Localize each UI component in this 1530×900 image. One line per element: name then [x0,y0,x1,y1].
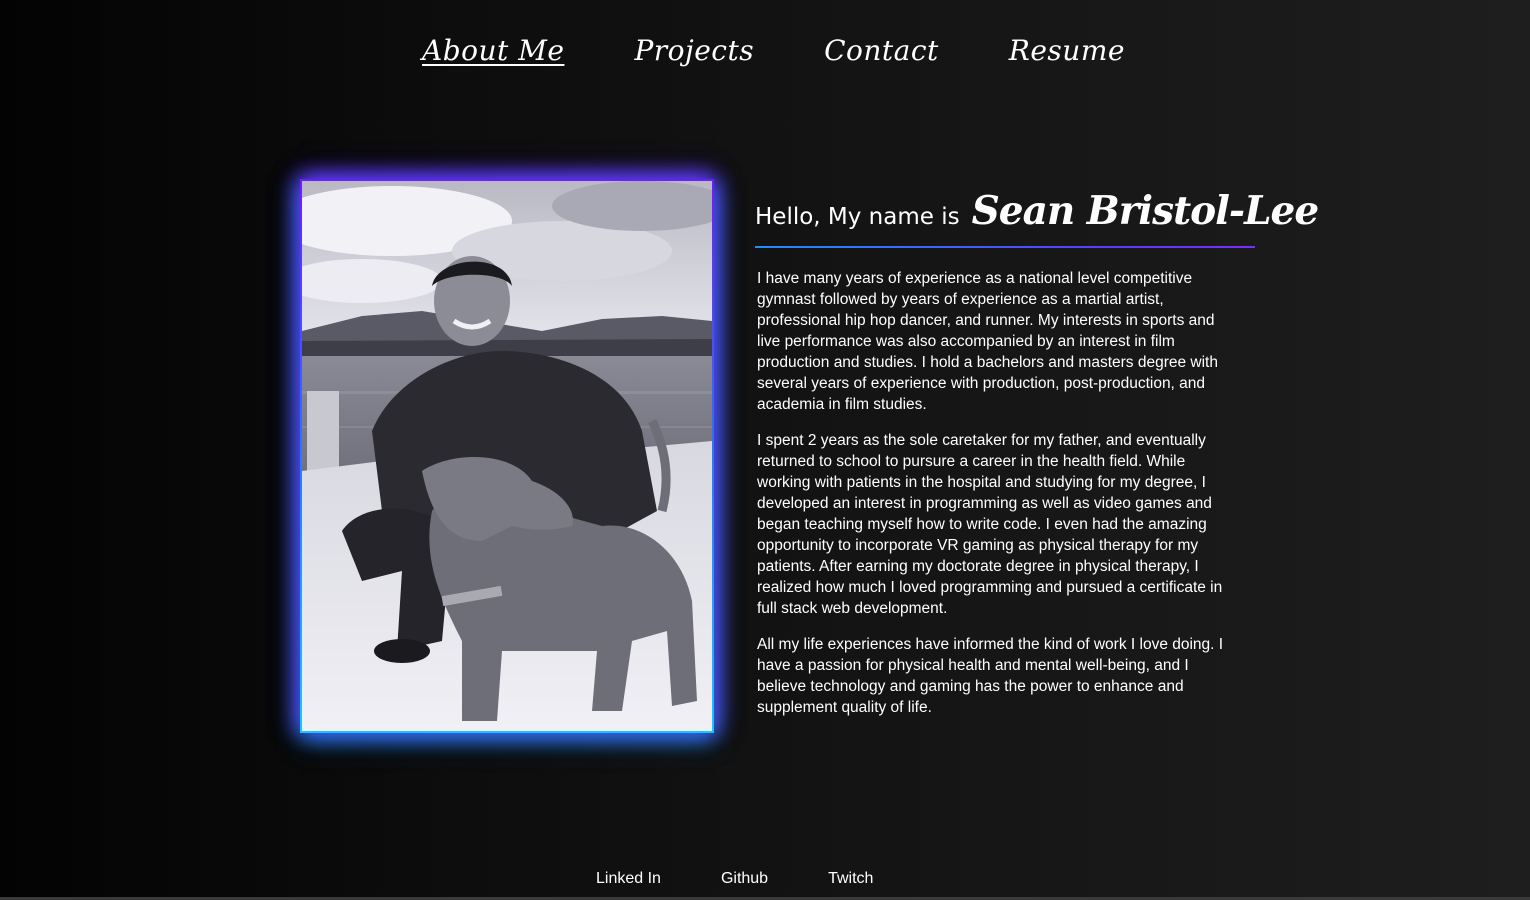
intro-section: Hello, My name is Sean Bristol-Lee I hav… [755,188,1319,733]
profile-photo [300,179,714,733]
bio: I have many years of experience as a nat… [757,268,1255,718]
footer-links: Linked In Github Twitch [596,870,933,888]
main-nav: About Me Projects Contact Resume [422,34,1195,67]
nav-resume[interactable]: Resume [1009,34,1125,67]
name-title: Sean Bristol-Lee [971,188,1320,234]
profile-photo-image [302,181,712,731]
github-link[interactable]: Github [721,870,768,888]
intro-heading: Hello, My name is Sean Bristol-Lee [755,188,1319,248]
linkedin-link[interactable]: Linked In [596,870,661,888]
twitch-link[interactable]: Twitch [828,870,873,888]
nav-about-me[interactable]: About Me [422,34,564,67]
nav-contact[interactable]: Contact [824,34,939,67]
greeting-text: Hello, My name is [755,204,960,230]
bio-paragraph-1: I have many years of experience as a nat… [757,270,1218,413]
bio-paragraph-3: All my life experiences have informed th… [757,636,1224,716]
nav-projects[interactable]: Projects [634,34,754,67]
bio-paragraph-2: I spent 2 years as the sole caretaker fo… [757,432,1223,617]
